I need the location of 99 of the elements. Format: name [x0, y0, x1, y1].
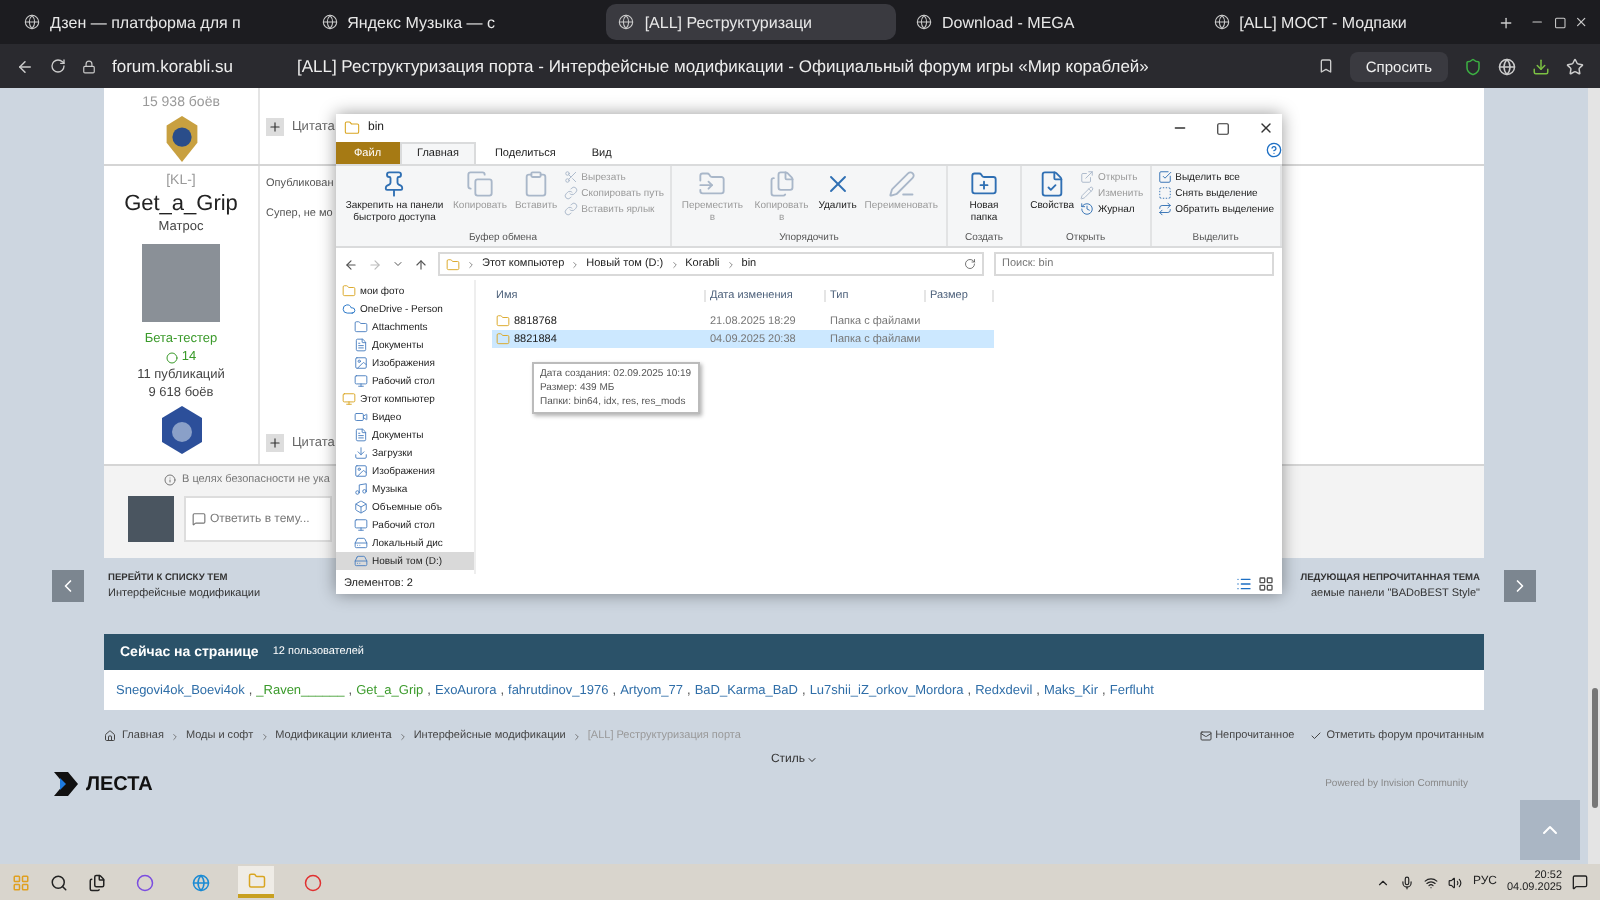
new-tab-icon[interactable] — [1498, 13, 1515, 31]
volume-icon[interactable] — [1448, 875, 1463, 889]
monitor-icon — [342, 392, 356, 406]
multiquote-button[interactable] — [266, 117, 284, 135]
next-button[interactable] — [1504, 570, 1536, 602]
back-icon[interactable] — [344, 257, 358, 271]
globe-icon — [618, 14, 635, 30]
circle-icon[interactable] — [135, 873, 153, 891]
browser-tab[interactable]: [ALL] Реструктуризаци — [606, 4, 896, 40]
document-icon — [354, 428, 368, 442]
image-icon — [354, 356, 368, 370]
scissors-icon — [563, 170, 578, 184]
tiles-view-icon[interactable] — [1258, 576, 1274, 592]
image-icon — [354, 464, 368, 478]
drive-icon — [354, 536, 368, 550]
folder-icon — [354, 320, 368, 334]
notifications-icon[interactable] — [1572, 874, 1588, 890]
check-icon — [1310, 730, 1323, 742]
copy-icon — [465, 170, 494, 198]
avatar-placeholder — [128, 496, 174, 542]
caret-icon — [805, 754, 818, 766]
author-name[interactable]: Get_a_Grip — [124, 192, 238, 216]
mail-icon — [1199, 730, 1212, 742]
folder-icon — [344, 120, 360, 136]
folder-icon — [496, 314, 510, 328]
pin-icon — [380, 170, 409, 198]
browser-tab[interactable]: Яндекс Музыка — с — [309, 4, 599, 40]
star-icon[interactable] — [1566, 57, 1584, 75]
browser-tab[interactable]: Дзен — платформа для п — [12, 4, 302, 40]
task-view-icon[interactable] — [88, 873, 106, 891]
download-icon — [354, 446, 368, 460]
document-icon — [354, 338, 368, 352]
video-icon — [354, 410, 368, 424]
photo-placeholder — [142, 244, 220, 322]
search-icon[interactable] — [50, 873, 68, 891]
chevron-right-icon — [259, 731, 270, 741]
details-view-icon[interactable] — [1236, 576, 1252, 592]
info-icon — [164, 474, 176, 486]
monitor-icon — [354, 518, 368, 532]
help-icon[interactable] — [1266, 142, 1282, 158]
reputation-icon — [165, 351, 178, 363]
scrollbar-thumb[interactable] — [1591, 688, 1597, 808]
globe-icon[interactable] — [1498, 57, 1516, 75]
refresh-icon[interactable] — [50, 58, 66, 74]
folder-plus-icon — [970, 170, 999, 198]
bookmark-icon[interactable] — [1317, 58, 1334, 74]
files-icon — [767, 170, 796, 198]
previous-button[interactable] — [52, 570, 84, 602]
logo-text: ЛЕСТА — [86, 773, 153, 795]
download-icon[interactable] — [1532, 57, 1550, 75]
chevron-right-icon — [397, 731, 408, 741]
folder-icon — [446, 257, 460, 271]
monitor-icon — [354, 374, 368, 388]
badge-icon — [157, 404, 205, 456]
swap-icon — [1157, 202, 1172, 216]
folder-arrow-icon — [698, 170, 727, 198]
open-icon — [1080, 170, 1095, 184]
circle-icon[interactable] — [303, 873, 321, 891]
multiquote-button[interactable] — [266, 434, 284, 452]
browser-tab[interactable]: [ALL] МОСТ - Модпаки — [1201, 4, 1491, 40]
pencil-icon — [1080, 186, 1095, 200]
folder-icon — [496, 332, 510, 346]
lock-icon — [82, 59, 96, 73]
rename-icon — [887, 170, 916, 198]
chevron-right-icon — [571, 731, 582, 741]
check-square-icon — [1157, 170, 1172, 184]
back-icon[interactable] — [16, 57, 34, 75]
drive-icon — [354, 554, 368, 568]
cube-icon — [354, 500, 368, 514]
globe-icon — [321, 14, 338, 30]
start-icon[interactable] — [12, 873, 30, 891]
clipboard-icon — [522, 170, 551, 198]
network-icon[interactable] — [1424, 875, 1439, 889]
up-icon[interactable] — [414, 257, 428, 271]
home-icon — [104, 730, 116, 742]
browser-tab[interactable]: Download - MEGA — [903, 4, 1194, 40]
microphone-icon[interactable] — [1400, 875, 1415, 889]
globe-icon — [24, 14, 40, 30]
globe-icon — [915, 14, 932, 30]
refresh-icon — [964, 258, 976, 270]
maximize-icon[interactable] — [1216, 121, 1230, 135]
cloud-icon — [342, 302, 356, 316]
shield-icon[interactable] — [1464, 57, 1482, 75]
music-icon — [354, 482, 368, 496]
page-title: [ALL] Реструктуризация порта - Интерфейсные модификации - Официальный форум игры «Мир кораблей» — [296, 56, 1151, 76]
chevron-right-icon — [466, 259, 476, 269]
chevron-right-icon — [169, 731, 180, 741]
history-icon — [1080, 202, 1095, 216]
chevron-up-icon[interactable] — [1376, 875, 1391, 889]
checklist-icon — [1038, 170, 1067, 198]
url-text[interactable]: forum.korabli.su — [112, 56, 233, 76]
folder-icon — [342, 284, 356, 298]
chevron-right-icon — [669, 259, 680, 269]
logo-icon — [52, 770, 80, 798]
globe-icon — [1213, 14, 1230, 30]
chevron-right-icon — [570, 259, 581, 269]
close-icon[interactable] — [1258, 120, 1274, 136]
chevron-right-icon — [725, 259, 736, 269]
speech-bubble-icon — [192, 512, 206, 526]
